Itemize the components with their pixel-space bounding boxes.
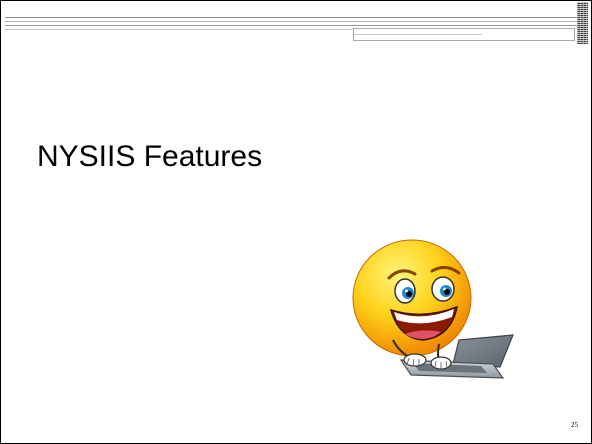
page-number: 25: [571, 421, 578, 429]
header-texture-strip: [577, 2, 588, 44]
right-glove: [430, 356, 452, 370]
header-rule-2: [5, 21, 577, 22]
header-box-rule: [354, 34, 482, 35]
left-glove: [403, 353, 427, 367]
slide: NYSIIS Features 25: [0, 0, 592, 444]
slide-title: NYSIIS Features: [37, 140, 263, 173]
right-eye: [431, 276, 455, 302]
smiley-laptop-icon: [352, 239, 514, 379]
left-eye: [394, 278, 416, 304]
header-rule-3: [5, 25, 577, 26]
header-rule-1: [5, 17, 577, 18]
header-rule-4: [5, 29, 353, 30]
